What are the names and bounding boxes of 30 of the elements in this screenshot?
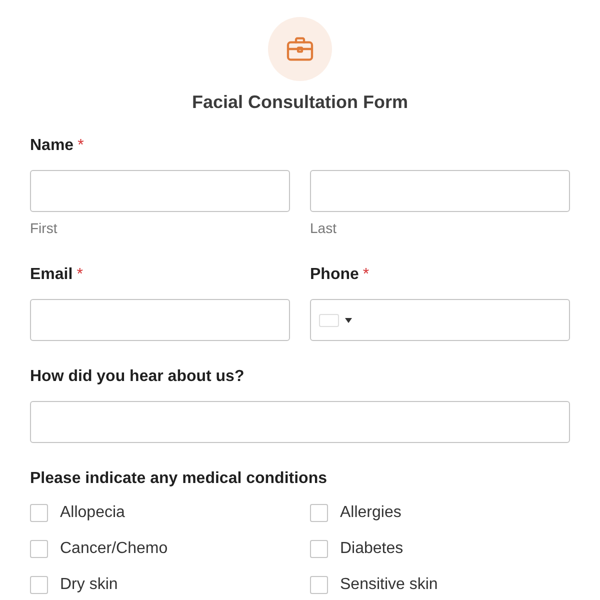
text-field[interactable] (310, 170, 570, 212)
checkbox-label: Sensitive skin (340, 575, 438, 595)
checkbox-label: Allopecia (60, 503, 125, 523)
flag-icon (319, 314, 339, 326)
required-mark: * (362, 265, 370, 285)
field-label: Phone (310, 265, 359, 285)
field-label: How did you hear about us? (30, 367, 244, 387)
checkbox-label: Cancer/Chemo (60, 539, 168, 559)
checkbox-label: Diabetes (340, 539, 404, 559)
required-mark: * (76, 265, 83, 285)
form-title: Facial Consultation Form (192, 91, 408, 114)
field-label: Name (30, 136, 74, 156)
sublabel: Last (310, 219, 338, 238)
checkbox-label: Dry skin (60, 575, 118, 595)
caret-icon (345, 318, 352, 322)
text-field[interactable] (30, 170, 290, 212)
phone-field[interactable] (310, 299, 570, 341)
field-label: Email (30, 265, 73, 285)
required-mark: * (78, 136, 84, 156)
text-field[interactable] (30, 299, 290, 341)
text-field[interactable] (30, 401, 570, 443)
checkbox[interactable] (310, 540, 328, 558)
checkbox[interactable] (30, 576, 48, 594)
checkbox[interactable] (30, 504, 48, 522)
checkbox[interactable] (310, 504, 328, 522)
sublabel: First (30, 219, 58, 238)
checkbox[interactable] (30, 540, 48, 558)
checkbox[interactable] (310, 576, 328, 594)
field-label: Please indicate any medical conditions (30, 469, 327, 489)
checkbox-label: Allergies (340, 503, 402, 523)
